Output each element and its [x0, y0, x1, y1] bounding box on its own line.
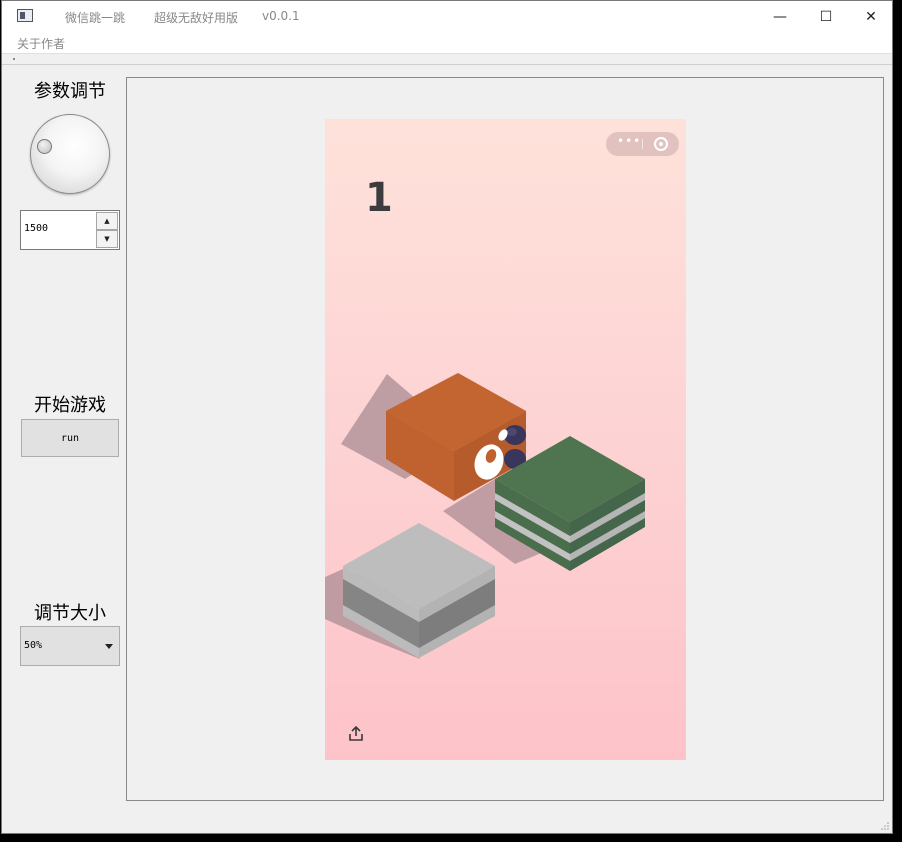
size-select[interactable]: 50%: [20, 626, 120, 666]
title-app-name: 微信跳一跳: [65, 11, 126, 25]
run-button[interactable]: run: [21, 419, 119, 457]
param-adjust-label: 参数调节: [34, 81, 106, 102]
app-window-icon: [17, 9, 33, 22]
param-dial[interactable]: [30, 114, 110, 194]
toolbar-grip-icon[interactable]: [13, 58, 15, 60]
resize-grip-icon[interactable]: [880, 821, 890, 831]
menu-item-about-author[interactable]: 关于作者: [17, 35, 65, 52]
title-version: v0.0.1: [262, 9, 300, 23]
gray-block: [343, 523, 495, 658]
dial-knob-icon[interactable]: [37, 139, 52, 154]
spin-down-button[interactable]: ▼: [96, 230, 118, 248]
title-edition: 超级无敌好用版: [154, 11, 239, 25]
spin-up-button[interactable]: ▲: [96, 212, 118, 230]
game-scene: [325, 373, 645, 659]
size-select-value: 50%: [24, 640, 43, 651]
close-button[interactable]: ✕: [848, 1, 892, 32]
chevron-down-icon[interactable]: [105, 644, 113, 649]
app-window: 微信跳一跳 超级无敌好用版 v0.0.1 — ☐ ✕ 关于作者 参数调节 150…: [1, 0, 893, 834]
game-screen[interactable]: ••• 1: [325, 119, 686, 760]
start-game-label: 开始游戏: [34, 395, 106, 416]
maximize-button[interactable]: ☐: [803, 1, 849, 32]
param-spinbox[interactable]: 1500 ▲ ▼: [20, 210, 120, 250]
spinbox-value[interactable]: 1500: [24, 223, 48, 234]
menu-bar: 关于作者: [2, 32, 892, 54]
toolbar-strip: [2, 55, 892, 65]
minimize-button[interactable]: —: [757, 1, 803, 32]
adjust-size-label: 调节大小: [34, 603, 106, 624]
title-bar[interactable]: 微信跳一跳 超级无敌好用版 v0.0.1 — ☐ ✕: [2, 1, 892, 32]
share-icon[interactable]: [347, 725, 365, 743]
